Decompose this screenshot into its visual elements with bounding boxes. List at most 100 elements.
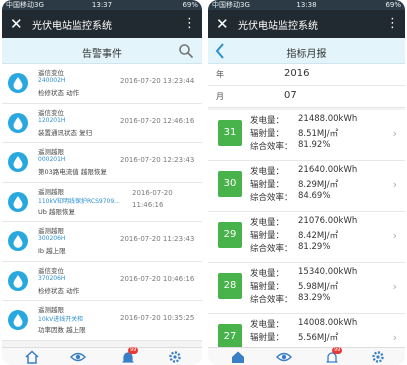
close-icon[interactable]: ✕ — [10, 15, 23, 33]
alarm-category: 遥信变位 — [38, 266, 64, 275]
alarm-item[interactable]: 遥测越限 300206H Ib 越上限 2016-07-20 11:23:43 — [2, 222, 202, 262]
alarm-source: 000201H — [38, 156, 66, 163]
radiation-label: 辐射量： — [250, 231, 285, 241]
alarm-description: 第03路电流值 越限恢复 — [38, 168, 107, 176]
page-header: 告警事件 — [2, 38, 202, 64]
app-title: 光伏电站监控系统 — [32, 21, 112, 32]
alarm-type-icon — [8, 112, 28, 133]
alarm-type-icon — [8, 191, 28, 212]
daily-report-item[interactable]: 31 发电量： 21488.00kWh 辐射量： 8.51MJ/㎡ 综合效率： … — [208, 110, 405, 161]
daily-report-item[interactable]: 28 发电量： 15340.00kWh 辐射量： 5.98MJ/㎡ 综合效率： … — [208, 263, 405, 314]
alarm-item[interactable]: 遥测越限 000201H 第03路电流值 越限恢复 2016-07-20 12:… — [2, 143, 202, 183]
alarm-description: 检修状态 动作 — [38, 89, 80, 97]
radiation-value: 8.29MJ/㎡ — [298, 180, 339, 190]
day-badge: 30 — [218, 171, 242, 197]
alarm-type-icon — [8, 310, 28, 330]
radiation-label: 辐射量： — [250, 129, 285, 139]
chevron-right-icon: › — [392, 229, 397, 242]
alarm-category: 遥信变位 — [38, 108, 64, 117]
efficiency-value: 84.69% — [298, 191, 331, 201]
home-icon[interactable] — [230, 350, 246, 364]
efficiency-value: 81.92% — [298, 140, 331, 150]
alarm-category: 遥信变位 — [38, 69, 64, 77]
generation-value: 21488.00kWh — [298, 114, 358, 124]
alarm-time: 2016-07-20 10:46:16 — [120, 274, 195, 283]
more-menu-icon[interactable]: ⋮ — [386, 15, 399, 33]
alarm-count-badge: 99 — [332, 347, 343, 354]
generation-label: 发电量： — [250, 320, 285, 330]
alarm-item[interactable]: 遥测越限 10kV进线开关柜 功率因数 越上限 2016-07-20 10:35… — [2, 301, 202, 341]
alarm-item[interactable]: 遥信变位 120201H 装置通讯状态 复归 2016-07-20 12:46:… — [2, 103, 202, 143]
alarm-time: 2016-07-20 12:23:43 — [120, 156, 195, 164]
alarm-item[interactable]: 遥信变位 370206H 检修状态 动作 2016-07-20 10:46:16 — [2, 261, 202, 301]
home-icon[interactable] — [24, 350, 40, 364]
search-icon[interactable] — [178, 43, 194, 59]
alarm-time: 2016-07-20 13:23:44 — [120, 77, 195, 85]
monthly-report-screen: 中国移动3G 13:38 69% ✕ 光伏电站监控系统 ⋮ 指标月报 年 201… — [208, 0, 405, 365]
alarm-category: 遥测越限 — [38, 187, 64, 196]
month-label: 月 — [216, 92, 224, 101]
gear-icon[interactable] — [370, 350, 386, 364]
eye-icon[interactable] — [276, 350, 292, 364]
daily-report-item[interactable]: 29 发电量： 21076.00kWh 辐射量： 8.42MJ/㎡ 综合效率： … — [208, 212, 405, 263]
chevron-right-icon: › — [392, 280, 397, 293]
radiation-value: 5.56MJ/㎡ — [298, 333, 339, 343]
status-bar: 中国移动3G 13:38 69% — [208, 0, 405, 10]
efficiency-value: 83.29% — [298, 293, 331, 303]
generation-label: 发电量： — [250, 269, 285, 279]
generation-label: 发电量： — [250, 167, 285, 177]
daily-report-item[interactable]: 30 发电量： 21640.00kWh 辐射量： 8.29MJ/㎡ 综合效率： … — [208, 161, 405, 212]
chevron-right-icon: › — [392, 127, 397, 140]
efficiency-label: 综合效率： — [250, 295, 293, 305]
alarm-events-screen: 中国移动3G 13:37 69% ✕ 光伏电站监控系统 ⋮ 告警事件 遥信变位 … — [2, 0, 202, 365]
alarm-list: 遥信变位 240002H 检修状态 动作 2016-07-20 13:23:44… — [2, 64, 202, 341]
radiation-value: 5.98MJ/㎡ — [298, 282, 339, 292]
alarm-type-icon — [8, 73, 28, 93]
radiation-value: 8.42MJ/㎡ — [298, 231, 339, 241]
radiation-value: 8.51MJ/㎡ — [298, 129, 339, 139]
efficiency-value: 81.29% — [298, 242, 331, 252]
alarm-category: 遥测越限 — [38, 306, 64, 314]
eye-icon[interactable] — [70, 350, 86, 364]
alarm-description: 功率因数 越上限 — [38, 326, 86, 334]
alarm-description: Ib 越上限 — [38, 247, 66, 255]
generation-value: 14008.00kWh — [298, 318, 358, 328]
alarm-time: 2016-07-20 11:23:43 — [120, 235, 195, 243]
alarm-item[interactable]: 遥信变位 240002H 检修状态 动作 2016-07-20 13:23:44 — [2, 64, 202, 104]
alarm-description: Ub 越限恢复 — [38, 207, 75, 216]
bottom-nav: 99 — [2, 347, 202, 365]
alarm-item[interactable]: 遥测越限 110kV知明线保护RCS9709... Ub 越限恢复 2016-0… — [2, 182, 202, 222]
alarm-time: 2016-07-20 10:35:25 — [120, 314, 195, 322]
alarm-description: 装置通讯状态 复归 — [38, 128, 93, 137]
page-title: 指标月报 — [286, 49, 327, 60]
app-bar: ✕ 光伏电站监控系统 ⋮ — [208, 10, 405, 38]
chevron-right-icon: › — [392, 178, 397, 191]
alarm-source: 10kV进线开关柜 — [38, 316, 84, 323]
year-label: 年 — [216, 70, 224, 79]
alarm-source: 110kV知明线保护RCS9709... — [38, 197, 120, 205]
day-badge: 31 — [218, 120, 242, 146]
year-selector[interactable]: 年 2016 — [208, 64, 405, 86]
generation-value: 21076.00kWh — [298, 216, 358, 226]
alarm-time: 2016-07-20 12:46:16 — [120, 116, 195, 125]
alarm-clock: 11:46:16 — [132, 200, 164, 209]
radiation-label: 辐射量： — [250, 282, 285, 292]
month-selector[interactable]: 月 07 — [208, 86, 405, 108]
alarm-source: 120201H — [38, 116, 66, 124]
radiation-label: 辐射量： — [250, 333, 285, 343]
alarm-source: 370206H — [38, 274, 66, 282]
close-icon[interactable]: ✕ — [216, 15, 229, 33]
generation-value: 21640.00kWh — [298, 165, 358, 175]
chevron-right-icon: › — [392, 331, 397, 344]
efficiency-label: 综合效率： — [250, 193, 293, 203]
efficiency-label: 综合效率： — [250, 142, 293, 152]
alarm-count-badge: 99 — [128, 347, 139, 354]
alarm-tab[interactable]: 99 — [120, 347, 139, 364]
generation-label: 发电量： — [250, 116, 285, 126]
alarm-tab[interactable]: 99 — [324, 347, 343, 364]
year-value: 2016 — [284, 68, 310, 79]
month-value: 07 — [284, 90, 297, 101]
radiation-label: 辐射量： — [250, 180, 285, 190]
more-menu-icon[interactable]: ⋮ — [183, 15, 196, 33]
gear-icon[interactable] — [167, 350, 183, 364]
